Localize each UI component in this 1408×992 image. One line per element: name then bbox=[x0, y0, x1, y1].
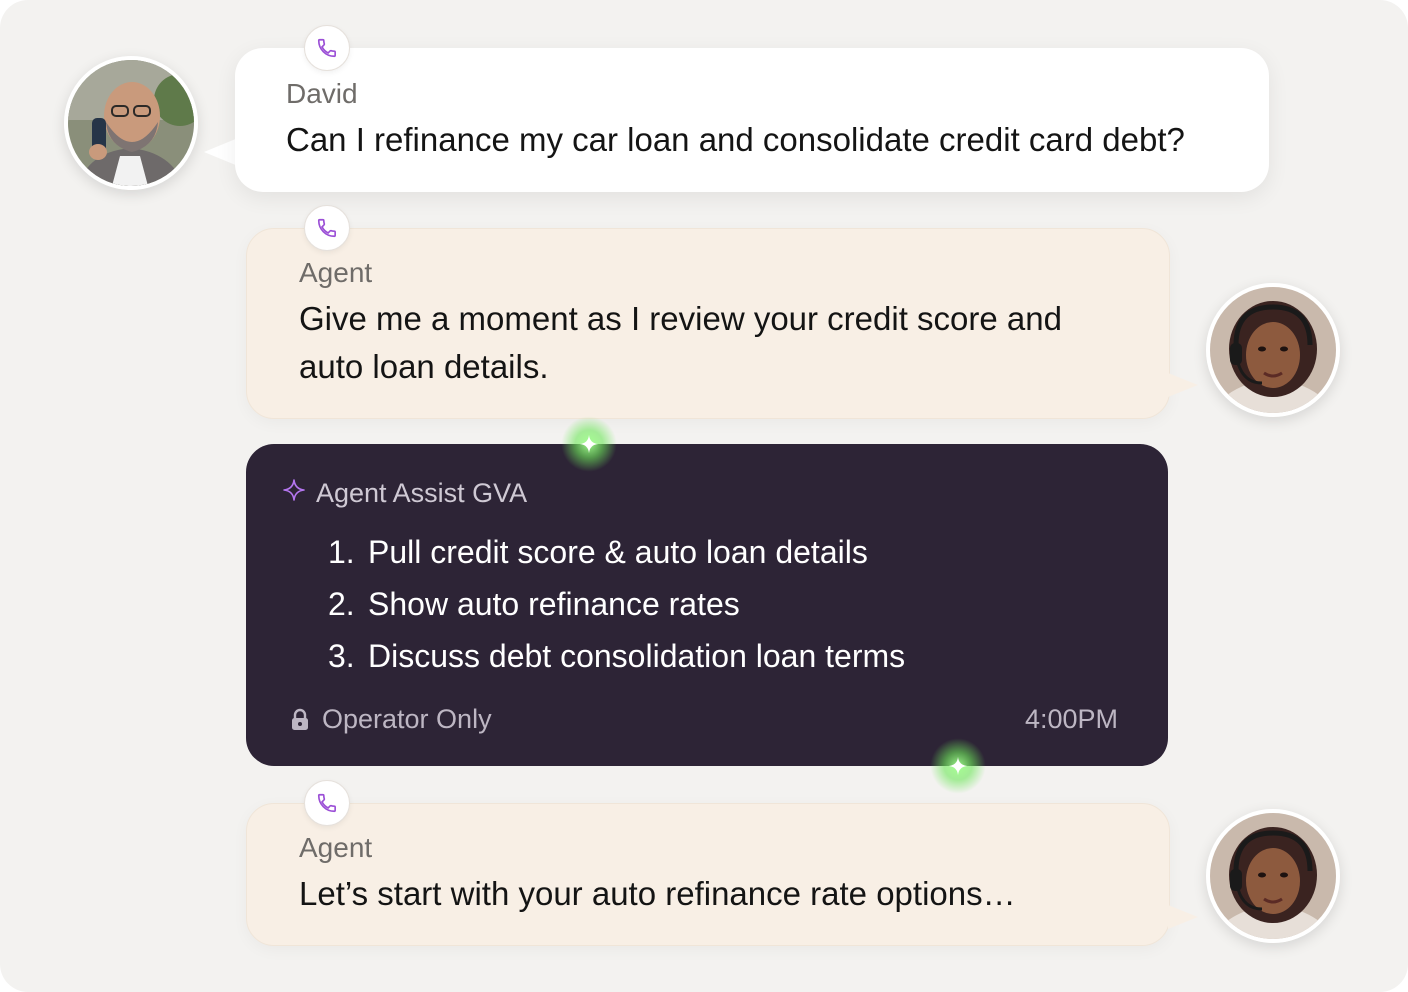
assist-timestamp: 4:00PM bbox=[1024, 704, 1118, 734]
operator-only-text: Operator Only bbox=[322, 704, 492, 734]
assist-card-title: Agent Assist GVA bbox=[316, 478, 528, 508]
phone-icon bbox=[317, 38, 336, 58]
assist-step-text: Discuss debt consolidation loan terms bbox=[368, 638, 906, 674]
assist-step-text: Show auto refinance rates bbox=[368, 586, 740, 622]
agent-avatar-1 bbox=[1206, 283, 1340, 417]
customer-avatar bbox=[64, 56, 198, 190]
agent-message-text-1: Give me a moment as I review your credit… bbox=[299, 300, 1062, 385]
agent-avatar-image bbox=[1210, 287, 1336, 413]
customer-message-text: Can I refinance my car loan and consolid… bbox=[286, 121, 1185, 158]
assist-step[interactable]: 1. Pull credit score & auto loan details bbox=[328, 526, 905, 578]
agent-speaker-name-2: Agent bbox=[299, 832, 373, 863]
chat-canvas: David Can I refinance my car loan and co… bbox=[0, 0, 1408, 992]
assist-step-number: 2. bbox=[328, 586, 355, 622]
operator-only-label: Operator Only bbox=[290, 704, 492, 735]
lock-icon bbox=[292, 708, 308, 730]
agent-message-bubble-1: Agent Give me a moment as I review your … bbox=[246, 228, 1170, 419]
assist-step[interactable]: 2. Show auto refinance rates bbox=[328, 578, 905, 630]
assist-step-number: 1. bbox=[328, 534, 355, 570]
agent-avatar-2 bbox=[1206, 809, 1340, 943]
customer-avatar-image bbox=[68, 60, 194, 186]
green-sparkle-icon bbox=[561, 416, 617, 472]
agent-bubble-tail-1 bbox=[1168, 373, 1198, 397]
assist-step-number: 3. bbox=[328, 638, 355, 674]
agent-avatar-image bbox=[1210, 813, 1336, 939]
customer-channel-badge bbox=[304, 25, 350, 71]
agent-message-text-2: Let’s start with your auto refinance rat… bbox=[299, 875, 1016, 912]
sparkle-icon bbox=[282, 478, 306, 507]
customer-speaker-name: David bbox=[286, 78, 358, 109]
phone-icon bbox=[317, 218, 336, 238]
customer-message-bubble: David Can I refinance my car loan and co… bbox=[235, 48, 1269, 192]
assist-steps-list: 1. Pull credit score & auto loan details… bbox=[328, 526, 905, 682]
customer-bubble-tail bbox=[204, 138, 238, 166]
agent-message-bubble-2: Agent Let’s start with your auto refinan… bbox=[246, 803, 1170, 946]
agent-channel-badge-2 bbox=[304, 780, 350, 826]
phone-icon bbox=[317, 793, 336, 813]
assist-step-text: Pull credit score & auto loan details bbox=[368, 534, 868, 570]
green-sparkle-icon bbox=[930, 738, 986, 794]
agent-bubble-tail-2 bbox=[1168, 905, 1198, 929]
agent-channel-badge-1 bbox=[304, 205, 350, 251]
assist-step[interactable]: 3. Discuss debt consolidation loan terms bbox=[328, 630, 905, 682]
agent-speaker-name-1: Agent bbox=[299, 257, 373, 288]
agent-assist-card: Agent Assist GVA 1. Pull credit score & … bbox=[246, 444, 1168, 766]
